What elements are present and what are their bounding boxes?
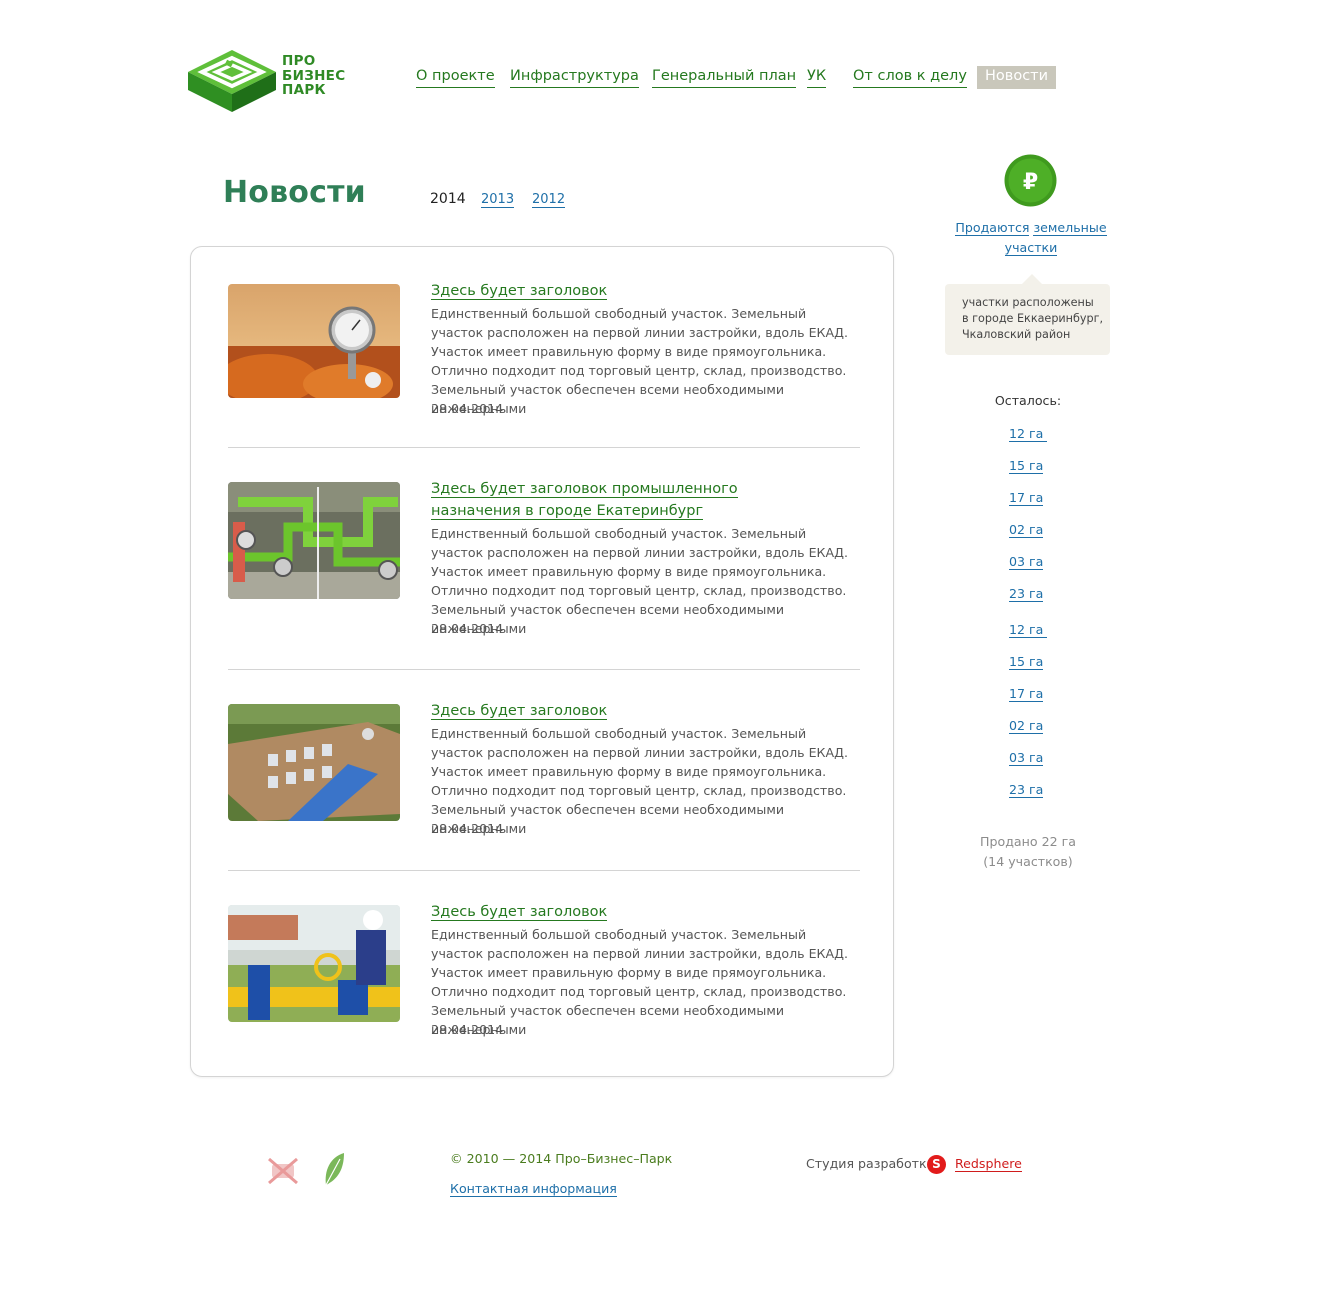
news-image-industrial-site[interactable] xyxy=(228,704,400,821)
area-link[interactable]: 23 га xyxy=(1009,782,1044,798)
news-title[interactable]: Здесь будет заголовок xyxy=(431,901,751,923)
news-item: Здесь будет заголовок промышленного назн… xyxy=(228,481,860,636)
sold-area: Продано 22 га xyxy=(980,834,1076,849)
news-title-text[interactable]: Здесь будет заголовок промышленного назн… xyxy=(431,481,738,520)
news-image-green-pipes[interactable] xyxy=(228,482,400,599)
area-link[interactable]: 12 га xyxy=(1009,426,1048,442)
news-date: 28.04.2014 xyxy=(431,401,504,416)
news-date: 28.04.2014 xyxy=(431,1022,504,1037)
news-title-text[interactable]: Здесь будет заголовок xyxy=(431,703,608,720)
area-link[interactable]: 12 га xyxy=(1009,622,1048,638)
area-link[interactable]: 17 га xyxy=(1009,686,1044,702)
news-list: Здесь будет заголовок Единственный больш… xyxy=(190,246,894,1077)
year-link-2013[interactable]: 2013 xyxy=(481,192,515,208)
area-link[interactable]: 23 га xyxy=(1009,586,1044,602)
news-item: Здесь будет заголовок Единственный больш… xyxy=(228,283,860,424)
site-logo[interactable]: ПРО БИЗНЕС ПАРК xyxy=(186,48,356,114)
nav-item-general-plan[interactable]: Генеральный план xyxy=(652,66,797,88)
news-image-pressure-gauge[interactable] xyxy=(228,284,400,398)
tooltip-line: в городе Еккаеринбург, xyxy=(962,312,1104,325)
nav-item-infrastructure[interactable]: Инфраструктура xyxy=(510,66,639,88)
studio-link[interactable]: Redsphere xyxy=(955,1156,1022,1172)
news-date: 28.04.2014 xyxy=(431,821,504,836)
page-title: Новости xyxy=(223,175,366,210)
land-for-sale-link[interactable]: Продаются земельные участки xyxy=(945,218,1117,258)
copyright: © 2010 — 2014 Про–Бизнес–Парк xyxy=(450,1151,673,1166)
ruble-icon[interactable]: ₽ xyxy=(1004,154,1057,207)
news-item: Здесь будет заголовок Единственный больш… xyxy=(228,904,860,1055)
news-title[interactable]: Здесь будет заголовок xyxy=(431,700,751,722)
logo-line-2: БИЗНЕС xyxy=(282,67,346,84)
news-divider xyxy=(228,669,860,670)
area-link[interactable]: 15 га xyxy=(1009,654,1044,670)
remaining-label: Осталось: xyxy=(994,393,1062,408)
area-link[interactable]: 03 га xyxy=(1009,750,1044,766)
sale-link-word1[interactable]: Продаются xyxy=(955,220,1030,236)
area-link[interactable]: 15 га xyxy=(1009,458,1044,474)
news-date: 28.04.2014 xyxy=(431,621,504,636)
tooltip-line: участки расположены xyxy=(962,296,1094,309)
news-divider xyxy=(228,447,860,448)
logo-text: ПРО БИЗНЕС ПАРК xyxy=(282,54,345,98)
news-title[interactable]: Здесь будет заголовок xyxy=(431,280,751,302)
news-image-gas-worker[interactable] xyxy=(228,905,400,1022)
sold-count: (14 участков) xyxy=(983,854,1073,869)
leaf-icon[interactable] xyxy=(322,1151,346,1191)
nav-item-about[interactable]: О проекте xyxy=(416,66,495,88)
news-item: Здесь будет заголовок Единственный больш… xyxy=(228,703,860,854)
logo-icon xyxy=(188,50,276,112)
location-tooltip: участки расположены в городе Еккаеринбур… xyxy=(945,274,1110,355)
svg-text:₽: ₽ xyxy=(1023,170,1038,195)
logo-line-1: ПРО xyxy=(282,53,316,69)
tooltip-line: Чкаловский район xyxy=(962,328,1071,341)
contact-info-link[interactable]: Контактная информация xyxy=(450,1181,617,1197)
area-link[interactable]: 17 га xyxy=(1009,490,1044,506)
news-title[interactable]: Здесь будет заголовок промышленного назн… xyxy=(431,478,751,522)
logo-line-3: ПАРК xyxy=(282,82,326,98)
area-link[interactable]: 02 га xyxy=(1009,522,1044,538)
redsphere-icon[interactable]: S xyxy=(927,1155,946,1174)
sold-summary: Продано 22 га (14 участков) xyxy=(945,832,1111,872)
year-current: 2014 xyxy=(430,191,466,207)
nav-item-uk[interactable]: УК xyxy=(807,66,827,88)
news-title-text[interactable]: Здесь будет заголовок xyxy=(431,904,608,921)
area-link[interactable]: 03 га xyxy=(1009,554,1044,570)
area-link[interactable]: 02 га xyxy=(1009,718,1044,734)
studio-label: Студия разработк xyxy=(806,1156,927,1171)
nav-item-news[interactable]: Новости xyxy=(977,66,1057,89)
nav-item-from-words-to-deeds[interactable]: От слов к делу xyxy=(853,66,967,88)
news-divider xyxy=(228,870,860,871)
year-link-2012[interactable]: 2012 xyxy=(532,192,566,208)
news-title-text[interactable]: Здесь будет заголовок xyxy=(431,283,608,300)
crossed-out-icon[interactable] xyxy=(266,1156,300,1190)
